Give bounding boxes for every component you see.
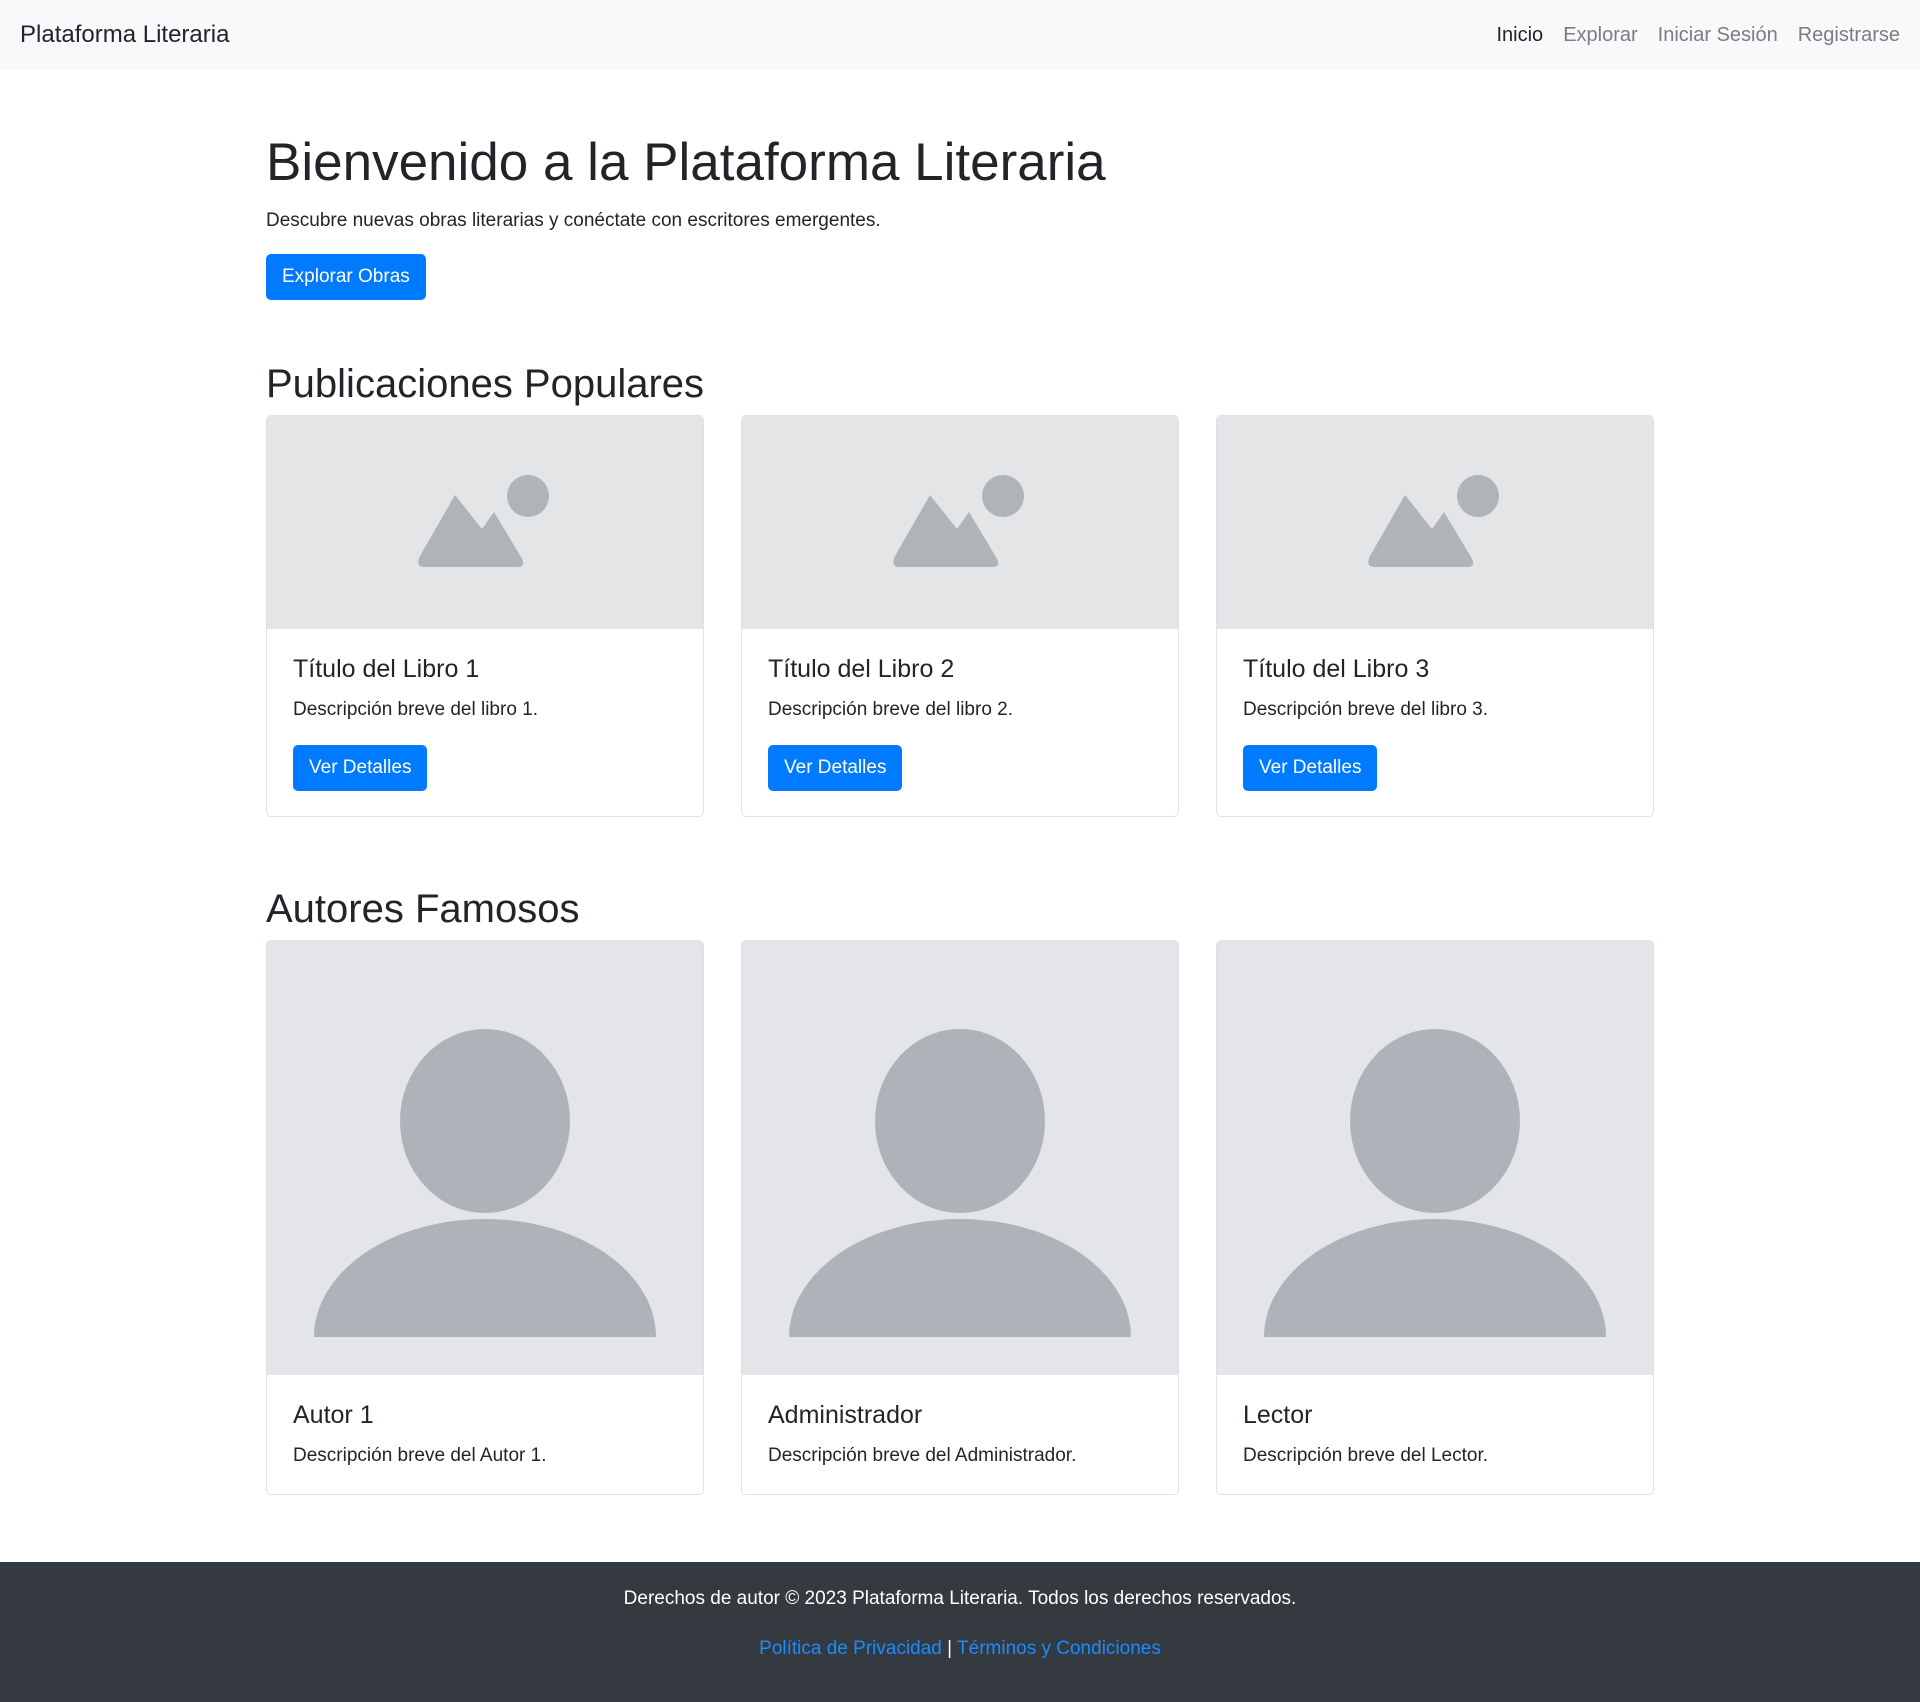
image-placeholder-icon — [893, 474, 1024, 567]
author-card-body: Autor 1 Descripción breve del Autor 1. — [267, 1375, 703, 1494]
nav-link-explorar[interactable]: Explorar — [1563, 24, 1637, 47]
book-card-body: Título del Libro 3 Descripción breve del… — [1217, 629, 1653, 816]
author-name: Lector — [1243, 1401, 1313, 1429]
explore-works-button[interactable]: Explorar Obras — [266, 254, 426, 300]
nav-link-inicio[interactable]: Inicio — [1496, 24, 1543, 47]
navbar: Plataforma Literaria Inicio Explorar Ini… — [0, 0, 1920, 70]
author-name: Autor 1 — [293, 1401, 374, 1429]
avatar-placeholder-icon — [314, 1029, 656, 1337]
book-description: Descripción breve del libro 1. — [293, 699, 539, 720]
hero-section: Bienvenido a la Plataforma Literaria Des… — [266, 130, 1656, 300]
author-image-placeholder — [742, 941, 1178, 1375]
avatar-placeholder-icon — [1264, 1029, 1606, 1337]
footer-link-separator: | — [947, 1638, 953, 1659]
author-name: Administrador — [768, 1401, 923, 1429]
avatar-placeholder-icon — [789, 1029, 1131, 1337]
page-title: Bienvenido a la Plataforma Literaria — [266, 133, 1106, 192]
popular-publications-heading: Publicaciones Populares — [266, 362, 705, 406]
book-title: Título del Libro 2 — [768, 655, 955, 683]
authors-card-row: Autor 1 Descripción breve del Autor 1. A… — [266, 940, 1656, 1495]
brand-link[interactable]: Plataforma Literaria — [20, 21, 229, 49]
famous-authors-heading: Autores Famosos — [266, 887, 580, 931]
book-card: Título del Libro 2 Descripción breve del… — [741, 415, 1179, 817]
author-image-placeholder — [1217, 941, 1653, 1375]
book-title: Título del Libro 3 — [1243, 655, 1430, 683]
author-card: Administrador Descripción breve del Admi… — [741, 940, 1179, 1495]
book-card-body: Título del Libro 2 Descripción breve del… — [742, 629, 1178, 816]
image-placeholder-icon — [418, 474, 549, 567]
hero-lead: Descubre nuevas obras literarias y conéc… — [266, 210, 881, 231]
book-description: Descripción breve del libro 3. — [1243, 699, 1489, 720]
view-details-button[interactable]: Ver Detalles — [768, 745, 903, 791]
book-description: Descripción breve del libro 2. — [768, 699, 1014, 720]
footer-copyright: Derechos de autor © 2023 Plataforma Lite… — [623, 1588, 1297, 1609]
book-card-body: Título del Libro 1 Descripción breve del… — [267, 629, 703, 816]
image-placeholder-icon — [1368, 474, 1499, 567]
view-details-button[interactable]: Ver Detalles — [293, 745, 428, 791]
footer-links: Política de Privacidad | Términos y Cond… — [0, 1636, 1920, 1662]
book-image-placeholder — [742, 416, 1178, 629]
book-image-placeholder — [1217, 416, 1653, 629]
nav-link-iniciar-sesion[interactable]: Iniciar Sesión — [1658, 24, 1778, 47]
author-card-body: Lector Descripción breve del Lector. — [1217, 1375, 1653, 1494]
author-description: Descripción breve del Administrador. — [768, 1445, 1077, 1466]
nav-links: Inicio Explorar Iniciar Sesión Registrar… — [1496, 24, 1900, 47]
author-description: Descripción breve del Autor 1. — [293, 1445, 547, 1466]
author-card: Autor 1 Descripción breve del Autor 1. — [266, 940, 704, 1495]
book-image-placeholder — [267, 416, 703, 629]
footer: Derechos de autor © 2023 Plataforma Lite… — [0, 1562, 1920, 1702]
books-card-row: Título del Libro 1 Descripción breve del… — [266, 415, 1656, 817]
book-card: Título del Libro 1 Descripción breve del… — [266, 415, 704, 817]
terms-conditions-link[interactable]: Términos y Condiciones — [957, 1638, 1161, 1659]
privacy-policy-link[interactable]: Política de Privacidad — [759, 1638, 942, 1659]
book-title: Título del Libro 1 — [293, 655, 480, 683]
author-description: Descripción breve del Lector. — [1243, 1445, 1489, 1466]
view-details-button[interactable]: Ver Detalles — [1243, 745, 1378, 791]
author-image-placeholder — [267, 941, 703, 1375]
author-card-body: Administrador Descripción breve del Admi… — [742, 1375, 1178, 1494]
book-card: Título del Libro 3 Descripción breve del… — [1216, 415, 1654, 817]
nav-link-registrarse[interactable]: Registrarse — [1798, 24, 1900, 47]
author-card: Lector Descripción breve del Lector. — [1216, 940, 1654, 1495]
